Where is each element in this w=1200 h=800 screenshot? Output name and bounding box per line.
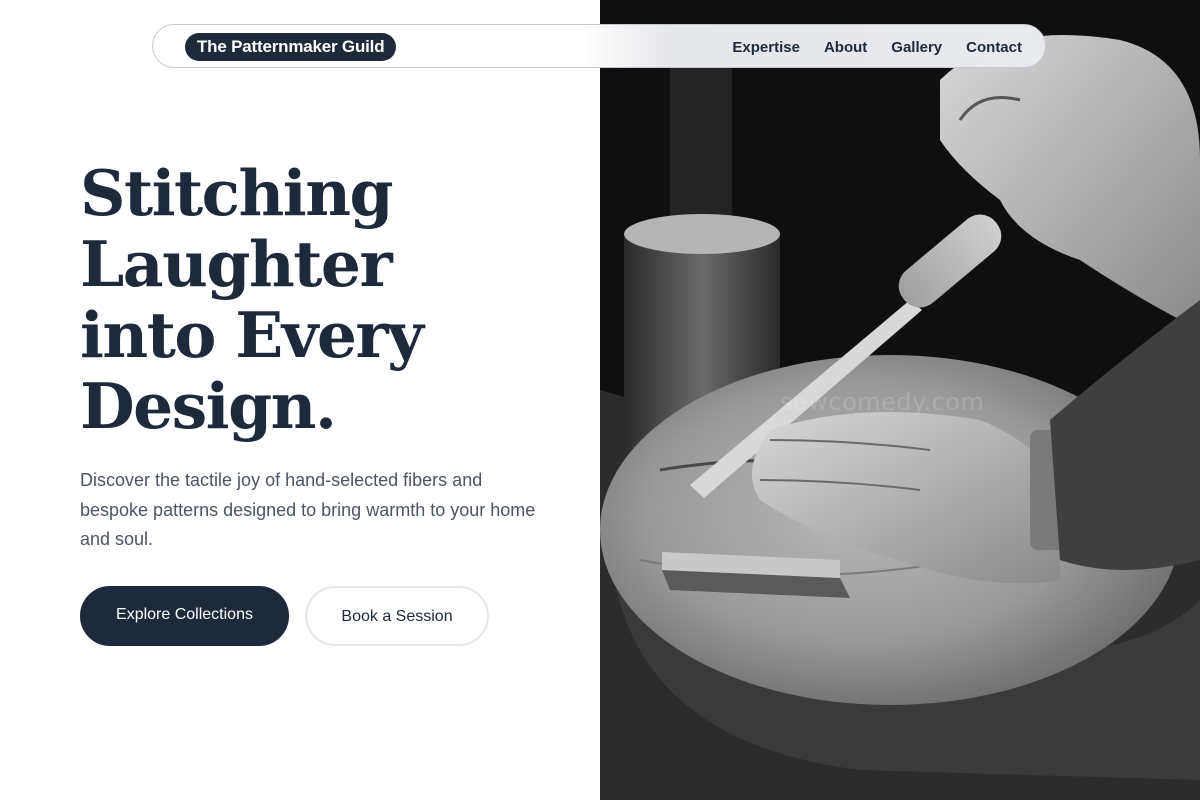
- explore-collections-button[interactable]: Explore Collections: [80, 586, 289, 646]
- nav-link-expertise[interactable]: Expertise: [732, 39, 800, 56]
- book-session-button[interactable]: Book a Session: [305, 586, 489, 646]
- nav-link-about[interactable]: About: [824, 39, 867, 56]
- top-nav: The Patternmaker Guild Expertise About G…: [152, 24, 1046, 68]
- hero-title-line: Stitching: [80, 156, 394, 230]
- hero-photo: sewcomedy.com: [600, 0, 1200, 800]
- nav-links: Expertise About Gallery Contact: [732, 25, 1022, 69]
- hero-subtitle: Discover the tactile joy of hand-selecte…: [80, 470, 536, 549]
- hero-title-line: Laughter: [80, 227, 393, 301]
- hero-title-line: Design.: [80, 369, 337, 443]
- hero-title-line: into Every: [80, 298, 424, 372]
- hero-title: Stitching Laughter into Every Design.: [80, 158, 560, 442]
- watermark-text: sewcomedy.com: [780, 388, 985, 416]
- brand-logo[interactable]: The Patternmaker Guild: [185, 33, 397, 61]
- nav-link-gallery[interactable]: Gallery: [891, 39, 942, 56]
- nav-link-contact[interactable]: Contact: [966, 39, 1022, 56]
